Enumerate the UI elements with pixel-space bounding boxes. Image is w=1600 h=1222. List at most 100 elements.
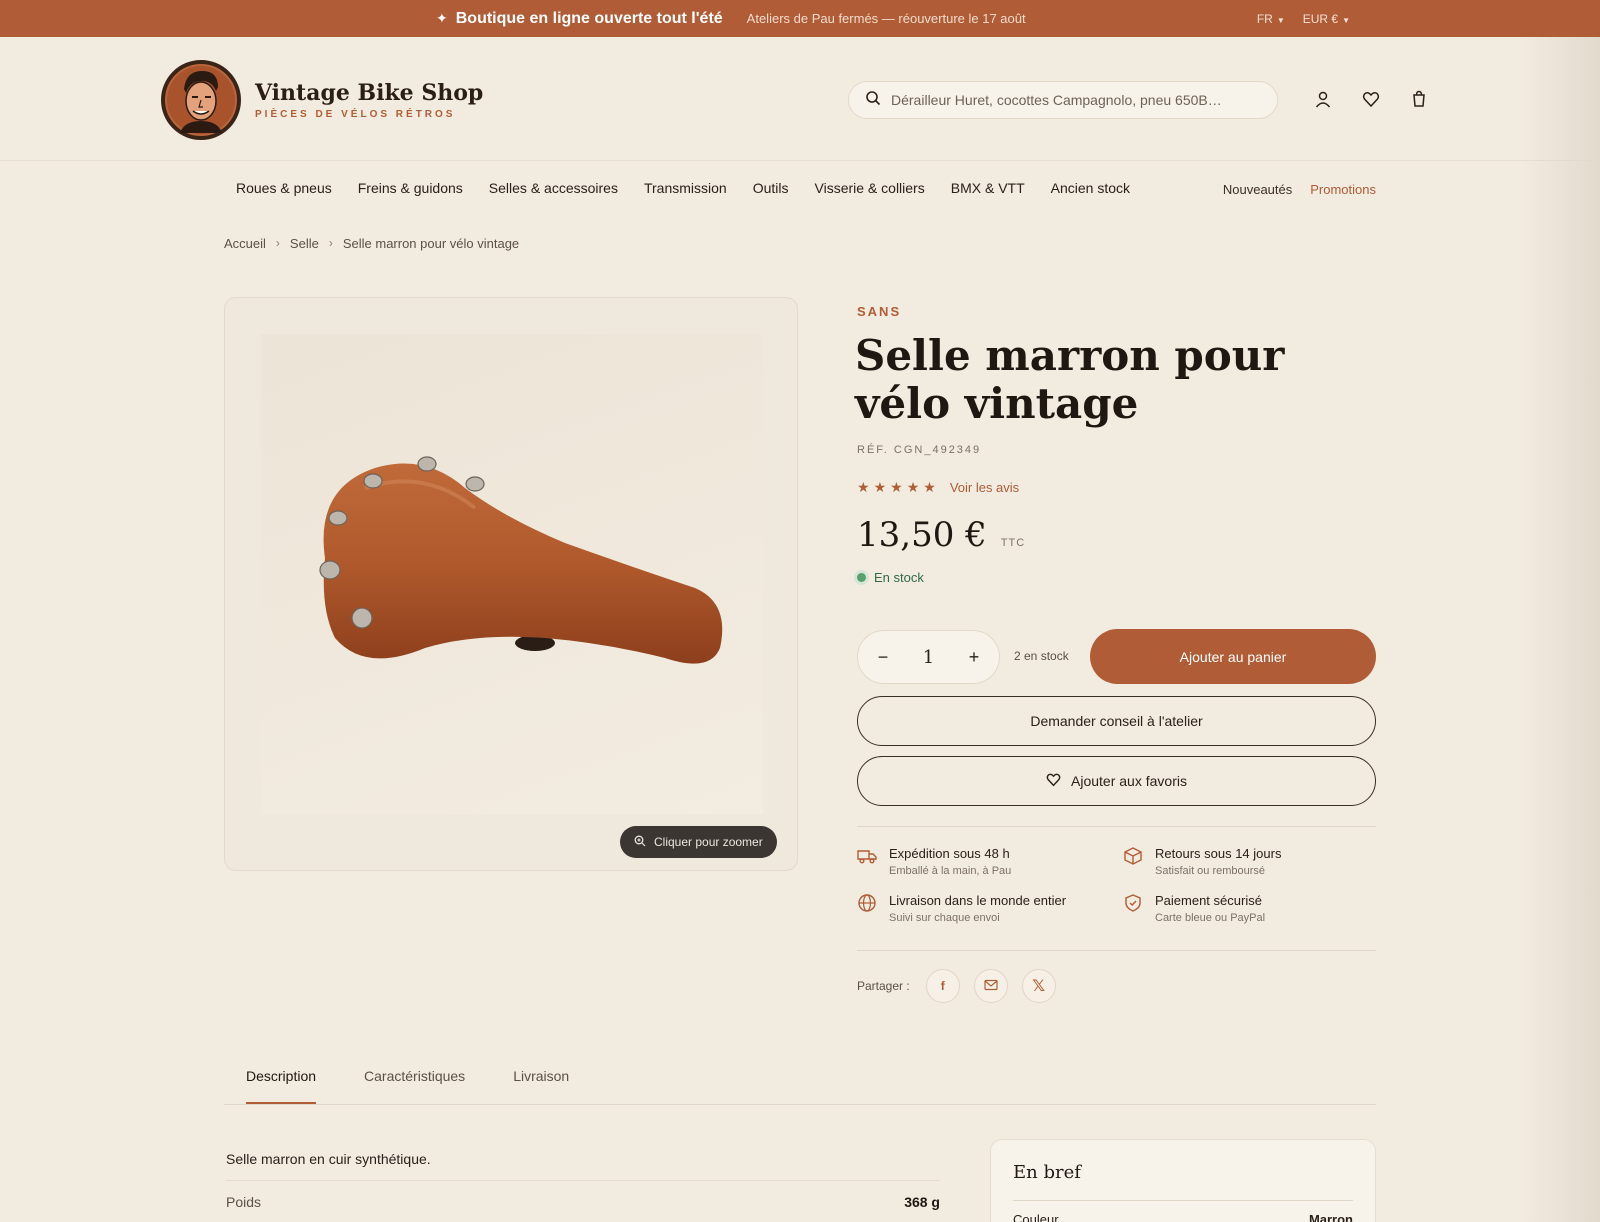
product-image[interactable]: Cliquer pour zoomer <box>224 297 798 871</box>
share-label: Partager : <box>857 979 910 993</box>
spec-value: 368 g <box>904 1194 940 1210</box>
search-bar[interactable] <box>848 81 1278 119</box>
nav-item-promotions[interactable]: Promotions <box>1310 182 1376 197</box>
feature-subtitle: Carte bleue ou PayPal <box>1155 912 1266 924</box>
nav-item-hardware[interactable]: Visserie & colliers <box>815 180 925 196</box>
stock-dot-icon <box>857 573 866 582</box>
chevron-down-icon: ▼ <box>1342 15 1350 25</box>
feature-subtitle: Emballé à la main, à Pau <box>889 865 1012 877</box>
facebook-icon: f <box>940 979 945 993</box>
nav-item-new[interactable]: Nouveautés <box>1223 182 1292 197</box>
announcement-bar: ✦ Boutique en ligne ouverte tout l'été A… <box>0 0 1600 37</box>
quantity-value[interactable]: 1 <box>923 647 934 668</box>
facebook-share-button[interactable]: f <box>925 969 960 1003</box>
star-icon: ★ <box>890 479 903 495</box>
spec-divider <box>226 1180 940 1181</box>
feature-shipping: Expédition sous 48 h Emballé à la main, … <box>857 846 1011 877</box>
zoom-icon <box>634 835 646 850</box>
shield-icon <box>1123 893 1143 924</box>
nav-item-tools[interactable]: Outils <box>753 180 789 196</box>
language-value: FR <box>1256 11 1273 26</box>
chevron-right-icon: › <box>275 236 280 250</box>
quantity-stepper: − 1 + <box>857 630 1000 684</box>
product-ref: RÉF. CGN_492349 <box>857 444 982 456</box>
x-share-button[interactable]: 𝕏 <box>1021 969 1056 1003</box>
breadcrumb: Accueil › Selle › Selle marron pour vélo… <box>224 236 519 251</box>
sparkle-icon: ✦ <box>436 10 448 26</box>
add-to-favorites-button[interactable]: Ajouter aux favoris <box>857 756 1376 806</box>
star-icon: ★ <box>873 479 887 495</box>
divider <box>857 950 1376 951</box>
decrease-button[interactable]: − <box>874 647 892 668</box>
zoom-button[interactable]: Cliquer pour zoomer <box>620 826 777 858</box>
summary-value: Marron <box>1308 1212 1353 1222</box>
ask-advice-button[interactable]: Demander conseil à l'atelier <box>857 696 1376 746</box>
email-share-button[interactable] <box>973 969 1008 1003</box>
main-nav: Roues & pneus Freins & guidons Selles & … <box>236 180 1130 196</box>
x-icon: 𝕏 <box>1032 978 1046 995</box>
feature-title: Retours sous 14 jours <box>1155 846 1282 861</box>
breadcrumb-current: Selle marron pour vélo vintage <box>342 236 520 251</box>
product-rating: ★ ★ ★ ★ ★ Voir les avis <box>857 479 1019 496</box>
account-icon[interactable] <box>1312 88 1334 110</box>
price-amount: 13,50 € <box>857 515 987 555</box>
saddle-image <box>319 456 723 664</box>
star-icon: ★ <box>857 479 870 495</box>
brand-logo[interactable]: Vintage Bike Shop PIÈCES DE VÉLOS RÉTROS <box>161 60 483 140</box>
announcement-promo: ✦ Boutique en ligne ouverte tout l'été <box>436 10 723 28</box>
brand-tagline: PIÈCES DE VÉLOS RÉTROS <box>255 109 456 120</box>
summary-card: En bref Couleur Marron <box>990 1139 1376 1222</box>
share-row: Partager : f 𝕏 <box>857 969 1056 1003</box>
feature-subtitle: Satisfait ou remboursé <box>1155 865 1266 877</box>
tab-specifications[interactable]: Caractéristiques <box>364 1068 465 1105</box>
add-to-cart-button[interactable]: Ajouter au panier <box>1090 629 1376 684</box>
star-icon: ★ <box>906 479 920 495</box>
feature-title: Livraison dans le monde entier <box>889 893 1067 908</box>
page-edge-shadow <box>1520 37 1600 1222</box>
star-icon: ★ <box>923 479 936 495</box>
heart-icon[interactable] <box>1360 88 1382 110</box>
nav-item-transmission[interactable]: Transmission <box>644 180 727 196</box>
language-select[interactable]: FR ▼ <box>1257 12 1285 26</box>
header-divider <box>0 160 1600 161</box>
summary-title: En bref <box>1013 1162 1081 1183</box>
increase-button[interactable]: + <box>965 647 983 668</box>
feature-worldwide: Livraison dans le monde entier Suivi sur… <box>857 893 1066 924</box>
available-count: 2 en stock <box>1014 649 1069 663</box>
breadcrumb-home[interactable]: Accueil <box>224 236 266 251</box>
nav-item-wheels[interactable]: Roues & pneus <box>236 180 332 196</box>
currency-select[interactable]: EUR € ▼ <box>1303 12 1350 26</box>
nav-item-old-stock[interactable]: Ancien stock <box>1051 180 1130 196</box>
tab-shipping[interactable]: Livraison <box>513 1068 569 1105</box>
summary-key: Couleur <box>1013 1212 1059 1222</box>
brand-name: Vintage Bike Shop <box>255 80 484 106</box>
stock-status: En stock <box>857 570 924 585</box>
nav-item-saddles[interactable]: Selles & accessoires <box>489 180 618 196</box>
description-text: Selle marron en cuir synthétique. <box>226 1151 431 1167</box>
product-title: Selle marron pour vélo vintage <box>855 331 1285 428</box>
product-brand[interactable]: SANS <box>857 304 901 319</box>
stock-label: En stock <box>874 570 924 585</box>
truck-icon <box>857 846 877 877</box>
heart-icon <box>1046 772 1061 790</box>
bag-icon[interactable] <box>1408 88 1430 110</box>
nav-item-bmx[interactable]: BMX & VTT <box>951 180 1025 196</box>
divider <box>857 826 1376 827</box>
search-icon <box>865 90 881 111</box>
nav-item-brakes[interactable]: Freins & guidons <box>358 180 463 196</box>
closed-notice: Ateliers de Pau fermés — réouverture le … <box>746 11 1026 26</box>
spec-key: Poids <box>226 1194 262 1210</box>
tab-description[interactable]: Description <box>246 1068 317 1105</box>
reviews-link[interactable]: Voir les avis <box>950 480 1019 495</box>
announcement-promo-text: Boutique en ligne ouverte tout l'été <box>455 9 723 27</box>
breadcrumb-category[interactable]: Selle <box>290 236 319 251</box>
feature-title: Expédition sous 48 h <box>889 846 1010 861</box>
feature-payment: Paiement sécurisé Carte bleue ou PayPal <box>1123 893 1265 924</box>
currency-value: EUR € <box>1302 11 1339 26</box>
product-price: 13,50 € TTC <box>857 515 1025 555</box>
spec-row-weight: Poids 368 g <box>226 1194 940 1210</box>
chevron-down-icon: ▼ <box>1276 15 1285 25</box>
tabs-divider <box>224 1104 1376 1105</box>
search-input[interactable] <box>891 92 1251 108</box>
mail-icon <box>984 979 998 994</box>
